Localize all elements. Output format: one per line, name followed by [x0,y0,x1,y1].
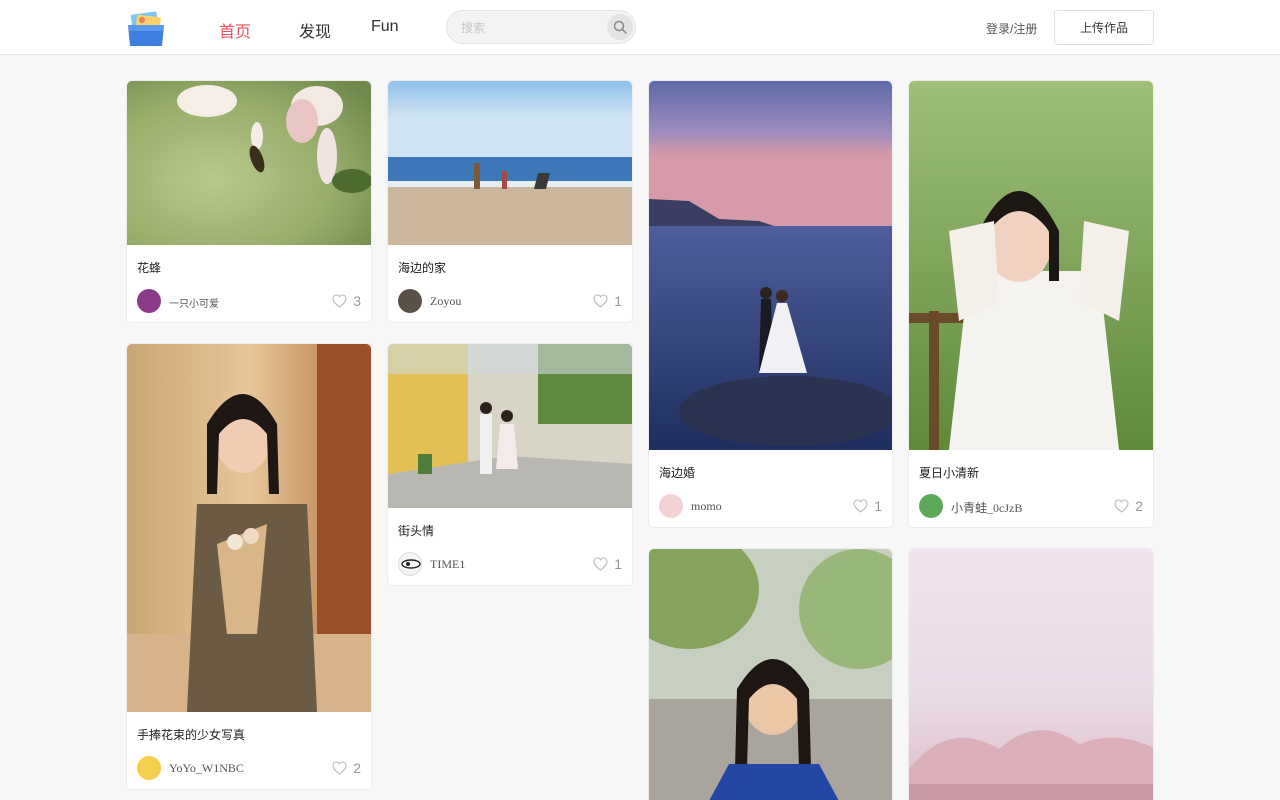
heart-icon [593,557,608,571]
author-name[interactable]: Zoyou [430,294,461,309]
card-photo[interactable] [127,81,371,245]
card-title: 夏日小清新 [919,466,980,480]
like-button[interactable]: 2 [332,760,361,776]
heart-icon [332,294,347,308]
author-name[interactable]: 一只小可爱 [169,295,219,310]
photo-card[interactable]: 花蜂 一只小可爱 3 [126,80,372,323]
login-register-link[interactable]: 登录/注册 [986,20,1037,37]
author-name[interactable]: YoYo_W1NBC [169,761,244,776]
like-count: 3 [353,293,361,309]
like-count: 1 [614,293,622,309]
card-title: 花蜂 [137,261,162,275]
card-title: 海边婚 [659,466,696,480]
nav-fun[interactable]: Fun [371,18,399,36]
top-header: 首页 发现 Fun 登录/注册 上传作品 [0,0,1280,55]
search-button[interactable] [607,14,633,40]
card-title: 手捧花束的少女写真 [137,728,246,742]
card-photo[interactable] [649,549,892,800]
author-avatar[interactable] [398,552,422,576]
card-photo[interactable] [388,81,632,245]
heart-icon [593,294,608,308]
like-count: 1 [614,556,622,572]
heart-icon [332,761,347,775]
like-button[interactable]: 1 [853,498,882,514]
author-avatar[interactable] [137,756,161,780]
like-button[interactable]: 1 [593,293,622,309]
photo-card[interactable]: 手捧花束的少女写真 YoYo_W1NBC 2 [126,343,372,790]
photo-card[interactable]: 海边的家 Zoyou 1 [387,80,633,323]
like-count: 2 [353,760,361,776]
search-input[interactable] [461,19,601,37]
author-name[interactable]: TIME1 [430,557,465,572]
search-icon [613,20,627,34]
upload-button[interactable]: 上传作品 [1054,10,1154,45]
site-logo[interactable] [128,11,164,46]
like-count: 1 [874,498,882,514]
like-button[interactable]: 3 [332,293,361,309]
like-button[interactable]: 1 [593,556,622,572]
card-photo[interactable] [909,81,1153,450]
author-name[interactable]: 小青蛙_0cJzB [951,499,1022,516]
author-avatar[interactable] [398,289,422,313]
author-avatar[interactable] [919,494,943,518]
heart-icon [853,499,868,513]
photo-card[interactable]: 街头情 TIME1 1 [387,343,633,586]
photo-card[interactable]: 海边婚 momo 1 [648,80,893,528]
author-avatar[interactable] [659,494,683,518]
card-title: 街头情 [398,524,435,538]
author-avatar[interactable] [137,289,161,313]
like-button[interactable]: 2 [1114,498,1143,514]
author-name[interactable]: momo [691,499,722,514]
card-photo[interactable] [127,344,371,712]
heart-icon [1114,499,1129,513]
photo-card[interactable] [648,548,893,800]
card-photo[interactable] [388,344,632,508]
search-box [446,10,636,44]
card-title: 海边的家 [398,261,447,275]
card-photo[interactable] [909,549,1153,800]
photo-card[interactable] [908,548,1154,800]
nav-discover[interactable]: 发现 [299,18,331,42]
nav-home[interactable]: 首页 [219,18,251,42]
card-photo[interactable] [649,81,892,450]
photo-card[interactable]: 夏日小清新 小青蛙_0cJzB 2 [908,80,1154,528]
like-count: 2 [1135,498,1143,514]
